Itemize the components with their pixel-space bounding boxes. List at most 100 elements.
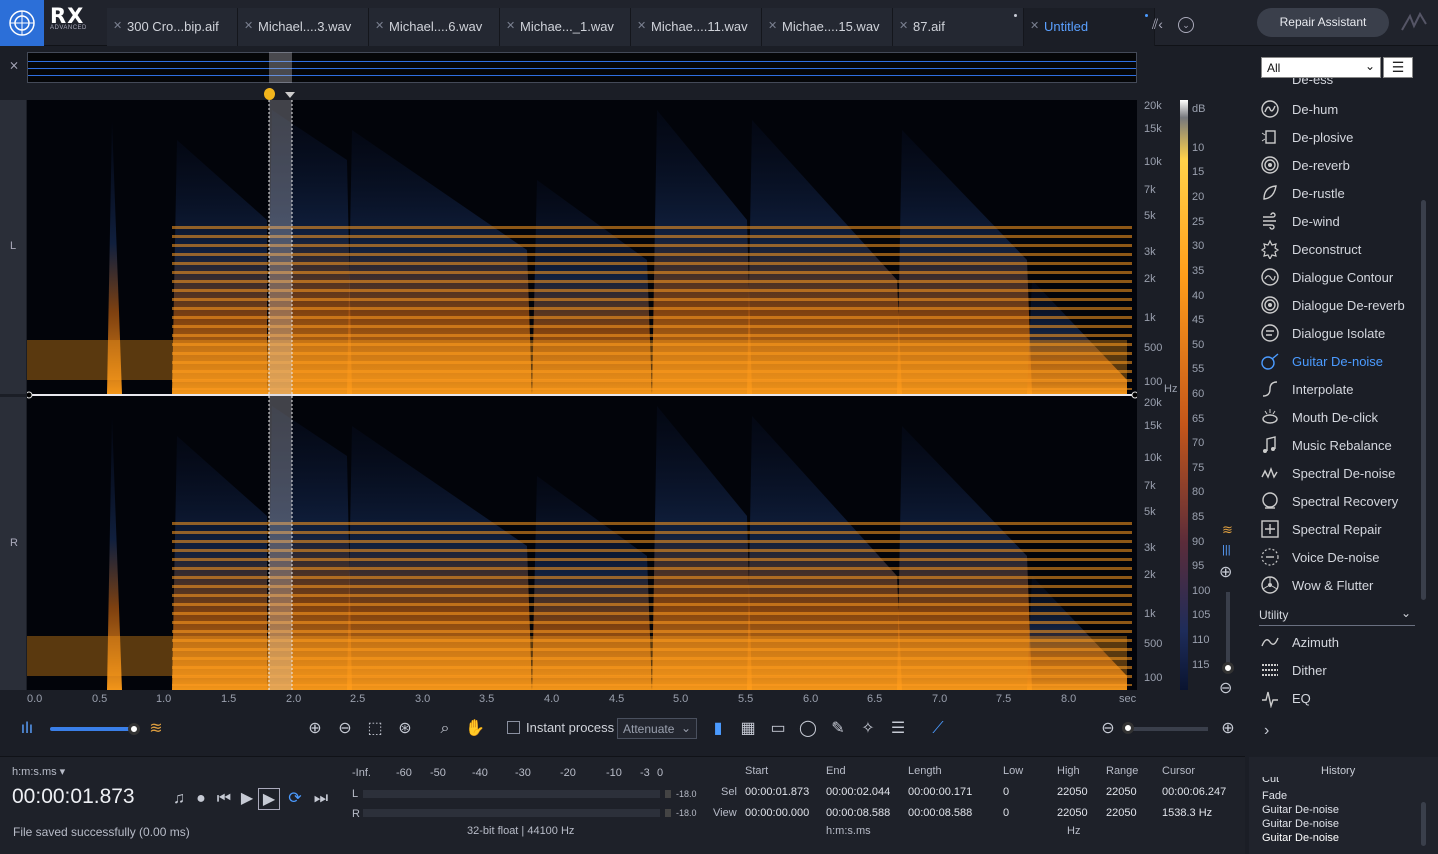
close-icon[interactable]: ✕	[506, 19, 515, 32]
module-music-rebalance[interactable]: Music Rebalance	[1259, 432, 1419, 458]
timeline-ruler[interactable]	[27, 88, 1137, 100]
zoom-in-vertical-icon[interactable]: ⊕	[1219, 562, 1232, 582]
module-spectral-de-noise[interactable]: Spectral De-noise	[1259, 460, 1419, 486]
close-icon[interactable]: ✕	[375, 19, 384, 32]
zoom-out-icon[interactable]: ⊖	[334, 718, 356, 740]
close-icon[interactable]: ✕	[113, 19, 122, 32]
time-selection-tool-icon[interactable]: ▮	[707, 718, 729, 740]
play-selection-icon[interactable]: ▶	[258, 788, 280, 810]
view-end-field[interactable]: 00:00:08.588	[826, 807, 890, 819]
module-filter-select[interactable]: All ⌄	[1261, 57, 1381, 78]
module-de-rustle[interactable]: De-rustle	[1259, 180, 1419, 206]
vertical-zoom-slider[interactable]	[1226, 592, 1230, 664]
skip-back-icon[interactable]: ⏮	[213, 788, 235, 810]
hand-tool-icon[interactable]: ✋	[464, 718, 486, 740]
spectrogram-view-icon[interactable]: ≋	[145, 718, 167, 740]
module-dialogue-isolate[interactable]: Dialogue Isolate	[1259, 320, 1419, 346]
close-icon[interactable]: ✕	[244, 19, 253, 32]
waveform-view-icon[interactable]: ılı	[16, 718, 38, 740]
view-low-field[interactable]: 0	[1003, 807, 1009, 819]
collapse-overview-icon[interactable]: ⨯	[6, 58, 22, 80]
sel-high-field[interactable]: 22050	[1057, 786, 1088, 798]
spectrogram-mode-icon[interactable]: ≋	[1222, 522, 1233, 538]
zoom-in-icon[interactable]: ⊕	[304, 718, 326, 740]
module-dialogue-contour[interactable]: Dialogue Contour	[1259, 264, 1419, 290]
loop-icon[interactable]: ⟳	[284, 788, 306, 810]
module-list-scrollbar[interactable]	[1421, 200, 1426, 600]
module-spectral-repair[interactable]: Spectral Repair	[1259, 516, 1419, 542]
close-icon[interactable]: ✕	[768, 19, 777, 32]
history-item-current[interactable]: Guitar De-noise	[1262, 832, 1339, 844]
file-tab[interactable]: ✕ 87.aif	[893, 8, 1024, 46]
utility-section-header[interactable]: Utility ⌄	[1259, 604, 1415, 626]
module-dialogue-de-reverb[interactable]: Dialogue De-reverb	[1259, 292, 1419, 318]
module-azimuth[interactable]: Azimuth	[1259, 629, 1419, 655]
file-tab[interactable]: ✕ Michael....3.wav	[238, 8, 369, 46]
horizontal-zoom-handle[interactable]	[1122, 722, 1134, 734]
module-mouth-de-click[interactable]: Mouth De-click	[1259, 404, 1419, 430]
time-frequency-selection-tool-icon[interactable]: ▭	[767, 718, 789, 740]
sel-low-field[interactable]: 0	[1003, 786, 1009, 798]
attenuate-select[interactable]: Attenuate ⌄	[617, 718, 697, 739]
module-de-hum[interactable]: De-hum	[1259, 96, 1419, 122]
zoom-out-horizontal-icon[interactable]: ⊖	[1097, 718, 1119, 740]
view-range-field[interactable]: 22050	[1106, 807, 1137, 819]
module-interpolate[interactable]: Interpolate	[1259, 376, 1419, 402]
module-voice-de-noise[interactable]: Voice De-noise	[1259, 544, 1419, 570]
instant-process-toggle[interactable]: Instant process	[507, 720, 614, 735]
close-icon[interactable]: ✕	[637, 19, 646, 32]
file-tab[interactable]: ✕ Michae....15.wav	[762, 8, 893, 46]
history-item[interactable]: Cut	[1262, 777, 1279, 786]
zoom-full-icon[interactable]: ⊛	[394, 718, 416, 740]
module-item-partial[interactable]: De-ess	[1292, 78, 1333, 88]
expand-panel-icon[interactable]: ›	[1264, 722, 1269, 740]
module-de-wind[interactable]: De-wind	[1259, 208, 1419, 234]
sel-end-field[interactable]: 00:00:02.044	[826, 786, 890, 798]
repair-assistant-button[interactable]: Repair Assistant	[1257, 8, 1389, 37]
file-tab[interactable]: ✕ Michael....6.wav	[369, 8, 500, 46]
sel-length-field[interactable]: 00:00:00.171	[908, 786, 972, 798]
close-icon[interactable]: ✕	[899, 19, 908, 32]
playhead-marker-icon[interactable]	[264, 88, 275, 100]
instant-process-checkbox[interactable]	[507, 721, 520, 734]
blend-slider-handle[interactable]	[128, 723, 140, 735]
view-high-field[interactable]: 22050	[1057, 807, 1088, 819]
time-format-select[interactable]: h:m:s.ms ▾	[12, 765, 65, 778]
waveform-overview[interactable]	[27, 52, 1137, 83]
sel-start-field[interactable]: 00:00:01.873	[745, 786, 809, 798]
zoom-selection-icon[interactable]: ⬚	[364, 718, 386, 740]
module-spectral-recovery[interactable]: Spectral Recovery	[1259, 488, 1419, 514]
izotope-logo-icon[interactable]	[0, 0, 44, 46]
vertical-zoom-handle[interactable]	[1222, 662, 1234, 674]
module-dither[interactable]: Dither	[1259, 657, 1419, 683]
magic-wand-icon[interactable]: ✧	[857, 718, 879, 740]
lasso-tool-icon[interactable]: ◯	[797, 718, 819, 740]
history-item[interactable]: Fade	[1262, 790, 1287, 802]
play-icon[interactable]: ▶	[236, 788, 258, 810]
brush-tool-icon[interactable]: ✎	[827, 718, 849, 740]
channel-right[interactable]: R	[0, 397, 26, 690]
close-icon[interactable]: ✕	[1030, 19, 1039, 32]
channel-left[interactable]: L	[0, 100, 26, 394]
waveform-mode-icon[interactable]: |||	[1222, 544, 1231, 556]
search-icon[interactable]: ⌕	[434, 718, 456, 740]
module-de-reverb[interactable]: De-reverb	[1259, 152, 1419, 178]
skip-forward-icon[interactable]: ⏭	[310, 788, 332, 810]
module-deconstruct[interactable]: Deconstruct	[1259, 236, 1419, 262]
tab-overflow-icon[interactable]: ⫽‹	[1152, 16, 1163, 33]
file-tab[interactable]: ✕ Michae....11.wav	[631, 8, 762, 46]
menu-icon[interactable]: ☰	[1383, 57, 1413, 78]
selection-end-marker-icon[interactable]	[285, 92, 295, 98]
headphones-icon[interactable]: ♫	[168, 788, 190, 810]
module-de-plosive[interactable]: De-plosive	[1259, 124, 1419, 150]
view-length-field[interactable]: 00:00:08.588	[908, 807, 972, 819]
view-start-field[interactable]: 00:00:00.000	[745, 807, 809, 819]
chevron-down-icon[interactable]: ⌄	[1178, 17, 1194, 33]
file-tab-active[interactable]: ✕ Untitled	[1024, 8, 1155, 46]
link-selection-icon[interactable]: ⟋	[927, 718, 949, 740]
history-scrollbar[interactable]	[1421, 802, 1426, 846]
overview-selection[interactable]	[269, 52, 292, 83]
module-wow-flutter[interactable]: Wow & Flutter	[1259, 572, 1419, 598]
file-tab[interactable]: ✕ 300 Cro...bip.aif	[107, 8, 238, 46]
history-item[interactable]: Guitar De-noise	[1262, 818, 1339, 830]
